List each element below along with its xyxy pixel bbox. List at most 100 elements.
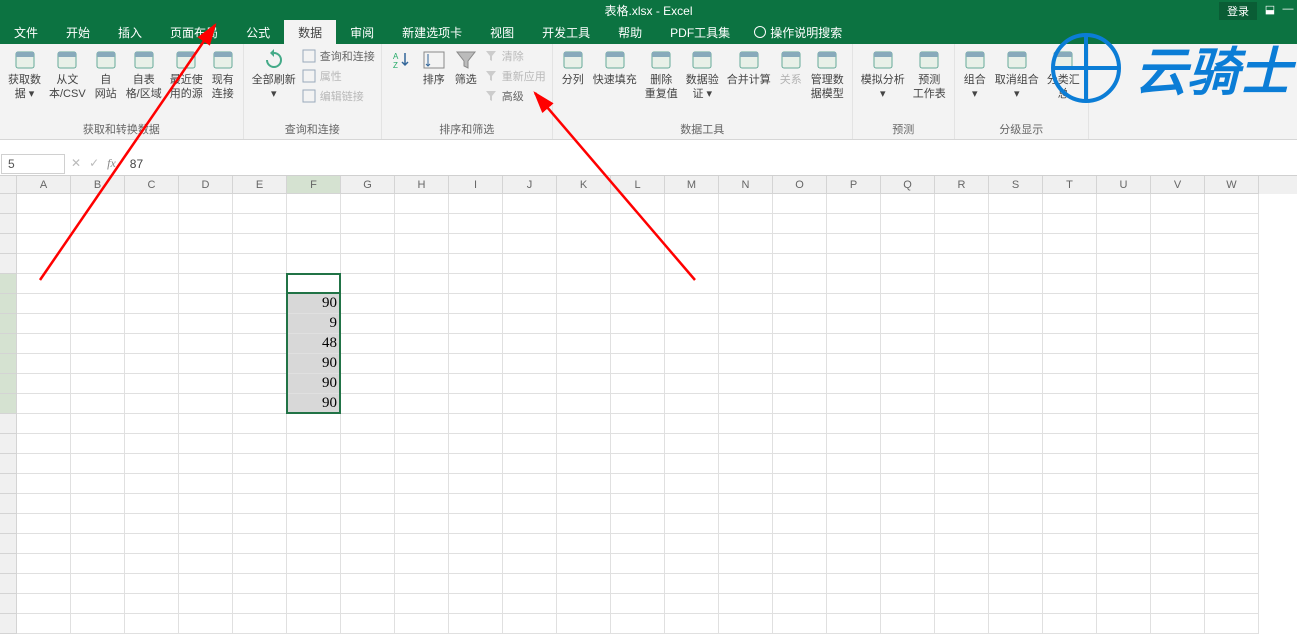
cell-B1[interactable] — [71, 214, 125, 234]
cell-V0[interactable] — [1151, 194, 1205, 214]
cell-K3[interactable] — [557, 254, 611, 274]
cell-K17[interactable] — [557, 534, 611, 554]
cell-D14[interactable] — [179, 474, 233, 494]
cell-W14[interactable] — [1205, 474, 1259, 494]
col-header-V[interactable]: V — [1151, 176, 1205, 194]
col-header-R[interactable]: R — [935, 176, 989, 194]
cell-C7[interactable] — [125, 334, 179, 354]
cell-E8[interactable] — [233, 354, 287, 374]
cell-H5[interactable] — [395, 294, 449, 314]
cell-I10[interactable] — [449, 394, 503, 414]
fx-icon[interactable]: fx — [107, 156, 116, 171]
row-header-15[interactable] — [0, 494, 17, 514]
cell-T21[interactable] — [1043, 614, 1097, 634]
cell-I9[interactable] — [449, 374, 503, 394]
cell-Q4[interactable] — [881, 274, 935, 294]
formula-input[interactable]: 87 — [122, 157, 1297, 171]
cell-L7[interactable] — [611, 334, 665, 354]
datatool-btn-6[interactable]: 管理数据模型 — [807, 46, 848, 104]
cell-V21[interactable] — [1151, 614, 1205, 634]
cell-I20[interactable] — [449, 594, 503, 614]
cell-H18[interactable] — [395, 554, 449, 574]
cell-D9[interactable] — [179, 374, 233, 394]
cell-T18[interactable] — [1043, 554, 1097, 574]
row-header-4[interactable] — [0, 274, 17, 294]
cell-U3[interactable] — [1097, 254, 1151, 274]
cell-Q13[interactable] — [881, 454, 935, 474]
cell-G17[interactable] — [341, 534, 395, 554]
cell-F14[interactable] — [287, 474, 341, 494]
cell-S11[interactable] — [989, 414, 1043, 434]
cell-G9[interactable] — [341, 374, 395, 394]
cell-A21[interactable] — [17, 614, 71, 634]
col-header-I[interactable]: I — [449, 176, 503, 194]
cell-I16[interactable] — [449, 514, 503, 534]
cell-M10[interactable] — [665, 394, 719, 414]
cell-U16[interactable] — [1097, 514, 1151, 534]
cell-K7[interactable] — [557, 334, 611, 354]
cell-G20[interactable] — [341, 594, 395, 614]
cell-E12[interactable] — [233, 434, 287, 454]
cell-J9[interactable] — [503, 374, 557, 394]
cell-E5[interactable] — [233, 294, 287, 314]
cell-O14[interactable] — [773, 474, 827, 494]
cell-P0[interactable] — [827, 194, 881, 214]
cell-W7[interactable] — [1205, 334, 1259, 354]
cell-N6[interactable] — [719, 314, 773, 334]
cell-S13[interactable] — [989, 454, 1043, 474]
col-header-F[interactable]: F — [287, 176, 341, 194]
cell-C12[interactable] — [125, 434, 179, 454]
cell-H14[interactable] — [395, 474, 449, 494]
cell-I1[interactable] — [449, 214, 503, 234]
cell-K14[interactable] — [557, 474, 611, 494]
cell-Q9[interactable] — [881, 374, 935, 394]
cell-R4[interactable] — [935, 274, 989, 294]
cell-P9[interactable] — [827, 374, 881, 394]
get-data-btn-1[interactable]: 从文本/CSV — [45, 46, 90, 104]
cell-B5[interactable] — [71, 294, 125, 314]
cell-I14[interactable] — [449, 474, 503, 494]
cell-W20[interactable] — [1205, 594, 1259, 614]
cell-I0[interactable] — [449, 194, 503, 214]
cell-J16[interactable] — [503, 514, 557, 534]
cell-Q0[interactable] — [881, 194, 935, 214]
cell-V16[interactable] — [1151, 514, 1205, 534]
cell-V12[interactable] — [1151, 434, 1205, 454]
cell-O13[interactable] — [773, 454, 827, 474]
cell-N4[interactable] — [719, 274, 773, 294]
cell-W15[interactable] — [1205, 494, 1259, 514]
cell-J2[interactable] — [503, 234, 557, 254]
cell-C11[interactable] — [125, 414, 179, 434]
cell-N11[interactable] — [719, 414, 773, 434]
col-header-Q[interactable]: Q — [881, 176, 935, 194]
cell-M7[interactable] — [665, 334, 719, 354]
cell-Q15[interactable] — [881, 494, 935, 514]
cell-E19[interactable] — [233, 574, 287, 594]
cell-H11[interactable] — [395, 414, 449, 434]
cell-S3[interactable] — [989, 254, 1043, 274]
cell-D17[interactable] — [179, 534, 233, 554]
cell-R9[interactable] — [935, 374, 989, 394]
cell-A2[interactable] — [17, 234, 71, 254]
cell-A7[interactable] — [17, 334, 71, 354]
cell-T5[interactable] — [1043, 294, 1097, 314]
cell-H21[interactable] — [395, 614, 449, 634]
get-data-btn-4[interactable]: 最近使用的源 — [166, 46, 207, 104]
cell-V13[interactable] — [1151, 454, 1205, 474]
cell-E16[interactable] — [233, 514, 287, 534]
cell-W13[interactable] — [1205, 454, 1259, 474]
cell-U0[interactable] — [1097, 194, 1151, 214]
row-header-18[interactable] — [0, 554, 17, 574]
cell-V18[interactable] — [1151, 554, 1205, 574]
cell-D12[interactable] — [179, 434, 233, 454]
cell-F11[interactable] — [287, 414, 341, 434]
col-header-E[interactable]: E — [233, 176, 287, 194]
cell-Q16[interactable] — [881, 514, 935, 534]
cell-P6[interactable] — [827, 314, 881, 334]
cell-P18[interactable] — [827, 554, 881, 574]
cell-C0[interactable] — [125, 194, 179, 214]
cell-O9[interactable] — [773, 374, 827, 394]
cell-K20[interactable] — [557, 594, 611, 614]
cell-C19[interactable] — [125, 574, 179, 594]
outline-btn-2[interactable]: 分类汇总 — [1043, 46, 1084, 104]
